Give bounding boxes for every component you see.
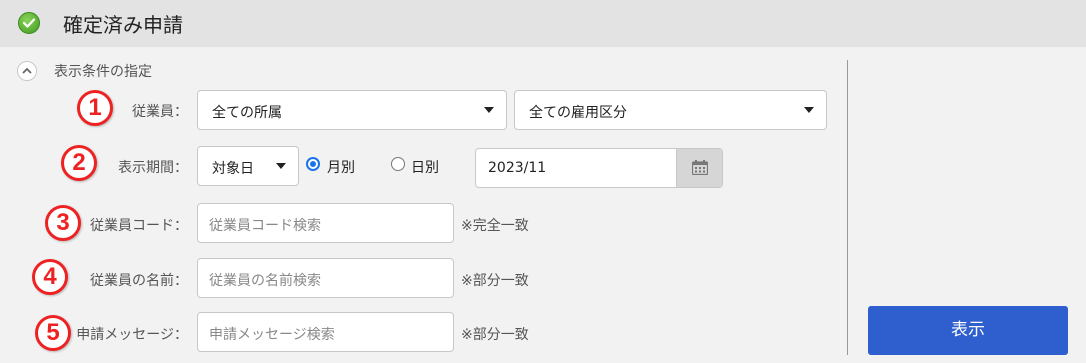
step-badge-4: 4 bbox=[32, 259, 68, 295]
header-bar: 確定済み申請 bbox=[0, 0, 1086, 47]
chevron-up-icon bbox=[22, 67, 32, 74]
check-circle-icon bbox=[18, 12, 40, 34]
employee-name-input[interactable]: 従業員の名前検索 bbox=[197, 258, 454, 298]
date-type-value: 対象日 bbox=[212, 161, 254, 177]
step-badge-2: 2 bbox=[61, 145, 97, 181]
caret-down-icon bbox=[484, 107, 494, 113]
employee-code-label: 従業員コード： bbox=[90, 218, 188, 234]
page-title: 確定済み申請 bbox=[63, 13, 183, 37]
calendar-icon bbox=[692, 160, 708, 175]
month-field[interactable]: 2023/11 bbox=[475, 148, 723, 188]
step-badge-3: 3 bbox=[45, 205, 81, 241]
exact-match-note: ※完全一致 bbox=[461, 218, 529, 234]
employment-type-select[interactable]: 全ての雇用区分 bbox=[514, 90, 827, 130]
caret-down-icon bbox=[804, 107, 814, 113]
radio-monthly[interactable] bbox=[306, 157, 320, 171]
affiliation-value: 全ての所属 bbox=[212, 105, 282, 121]
vertical-divider bbox=[847, 60, 848, 355]
employee-name-placeholder: 従業員の名前検索 bbox=[209, 273, 321, 289]
collapse-toggle[interactable] bbox=[17, 61, 37, 81]
employment-type-value: 全ての雇用区分 bbox=[529, 105, 627, 121]
filter-section-label[interactable]: 表示条件の指定 bbox=[54, 61, 152, 81]
caret-down-icon bbox=[276, 163, 286, 169]
calendar-button[interactable] bbox=[676, 149, 722, 187]
month-value: 2023/11 bbox=[488, 160, 547, 176]
show-button[interactable]: 表示 bbox=[868, 306, 1068, 355]
message-input[interactable]: 申請メッセージ検索 bbox=[197, 312, 454, 352]
period-label: 表示期間： bbox=[118, 160, 188, 176]
partial-match-note-name: ※部分一致 bbox=[461, 273, 529, 289]
message-placeholder: 申請メッセージ検索 bbox=[209, 327, 335, 343]
partial-match-note-message: ※部分一致 bbox=[461, 327, 529, 343]
message-label: 申請メッセージ： bbox=[76, 327, 188, 343]
employee-label: 従業員： bbox=[132, 104, 188, 120]
date-type-select[interactable]: 対象日 bbox=[197, 146, 299, 186]
radio-daily-label[interactable]: 日別 bbox=[411, 157, 439, 177]
employee-code-placeholder: 従業員コード検索 bbox=[209, 218, 321, 234]
radio-monthly-label[interactable]: 月別 bbox=[327, 157, 355, 177]
affiliation-select[interactable]: 全ての所属 bbox=[197, 90, 507, 130]
radio-daily[interactable] bbox=[391, 157, 405, 171]
employee-name-label: 従業員の名前： bbox=[90, 273, 188, 289]
employee-code-input[interactable]: 従業員コード検索 bbox=[197, 203, 454, 243]
